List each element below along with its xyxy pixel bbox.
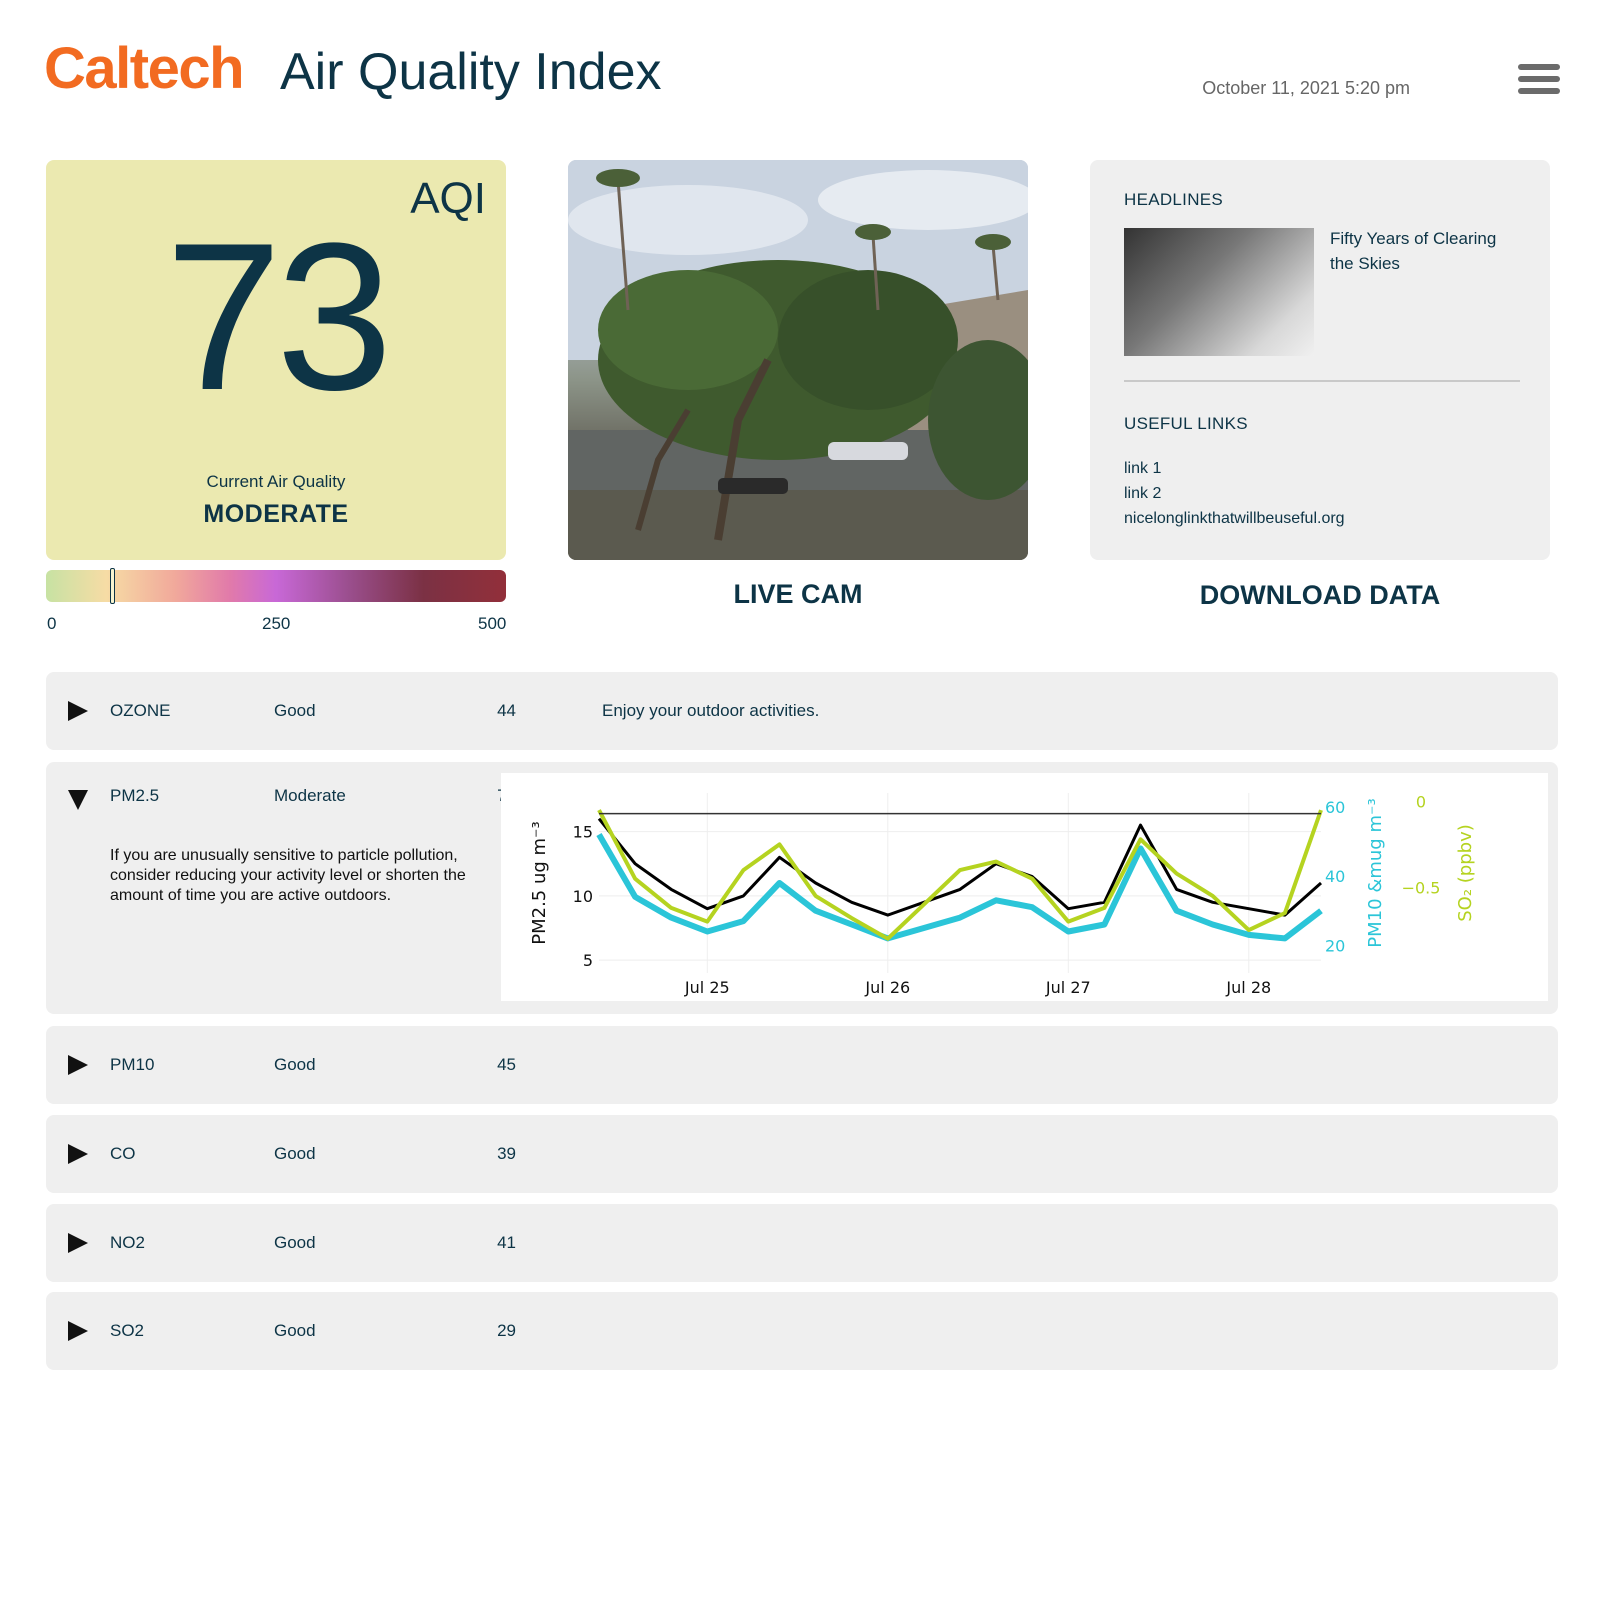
- expand-triangle-icon[interactable]: [68, 701, 88, 721]
- pollutant-row-co[interactable]: CO Good 39: [46, 1115, 1558, 1193]
- pollutant-name: PM2.5: [110, 786, 160, 805]
- aqi-subtitle: Current Air Quality: [206, 472, 346, 491]
- y2-tick-label: 20: [1325, 936, 1345, 955]
- aqi-card: AQI 73 Current Air Quality MODERATE: [46, 160, 506, 560]
- y-tick-label: 5: [583, 951, 593, 970]
- scale-tick-mid: 250: [262, 614, 291, 633]
- collapse-triangle-icon[interactable]: [68, 790, 88, 810]
- pollutant-row-pm10[interactable]: PM10 Good 45: [46, 1026, 1558, 1104]
- expand-triangle-icon[interactable]: [68, 1321, 88, 1341]
- pollutant-status: Good: [274, 1321, 316, 1340]
- pollutant-status: Moderate: [274, 786, 346, 805]
- caltech-logo[interactable]: Caltech: [44, 40, 245, 98]
- y3-tick-label: 0: [1416, 793, 1426, 812]
- y-axis-label: PM2.5 ug m⁻³: [529, 821, 550, 945]
- timestamp: October 11, 2021 5:20 pm: [1202, 78, 1410, 98]
- menu-bar: [1518, 76, 1560, 82]
- useful-links-list: link 1 link 2 nicelonglinkthatwillbeusef…: [1124, 456, 1345, 531]
- pollutant-advice: If you are unusually sensitive to partic…: [110, 847, 466, 904]
- useful-link-1[interactable]: link 1: [1124, 456, 1345, 481]
- x-tick-label: Jul 27: [1045, 978, 1091, 997]
- aqi-scale-bar: [46, 568, 506, 604]
- headlines-heading: HEADLINES: [1124, 190, 1224, 209]
- pollutant-row-so2[interactable]: SO2 Good 29: [46, 1292, 1558, 1370]
- pollutant-value: 29: [497, 1321, 516, 1340]
- pollutant-name: NO2: [110, 1233, 145, 1252]
- pollutant-name: CO: [110, 1144, 136, 1163]
- menu-bar: [1518, 88, 1560, 94]
- pollutant-status: Good: [274, 1055, 316, 1074]
- y-tick-label: 15: [573, 823, 593, 842]
- live-cam-link[interactable]: LIVE CAM: [568, 579, 1028, 610]
- menu-bar: [1518, 64, 1560, 70]
- pollutant-status: Good: [274, 701, 316, 720]
- useful-links-heading: USEFUL LINKS: [1124, 414, 1248, 433]
- pollutant-status: Good: [274, 1233, 316, 1252]
- chart-svg: 5 10 15 Jul 25 Jul 26 Jul 27 Jul 28 20 40 60 −0.5 0…: [529, 793, 1476, 997]
- pollutant-name: PM10: [110, 1055, 155, 1074]
- pollutant-status: Good: [274, 1144, 316, 1163]
- pollutant-value: 39: [497, 1144, 516, 1163]
- x-tick-label: Jul 28: [1225, 978, 1271, 997]
- live-cam-image[interactable]: [568, 160, 1028, 560]
- aqi-scale-marker: [110, 568, 116, 604]
- cam-scene: [568, 160, 1028, 560]
- expand-triangle-icon[interactable]: [68, 1144, 88, 1164]
- download-data-button[interactable]: DOWNLOAD DATA: [1090, 580, 1550, 611]
- pollutant-value: 41: [497, 1233, 516, 1252]
- y2-axis-label: PM10 &mug m⁻³: [1365, 798, 1386, 947]
- useful-link-3[interactable]: nicelonglinkthatwillbeuseful.org: [1124, 506, 1345, 531]
- expand-triangle-icon[interactable]: [68, 1055, 88, 1075]
- aqi-category: MODERATE: [203, 500, 349, 528]
- page-title: Air Quality Index: [280, 43, 662, 101]
- y3-axis-label: SO₂ (ppbv): [1455, 824, 1476, 922]
- pollutant-name: SO2: [110, 1321, 145, 1340]
- pollutant-row-ozone[interactable]: OZONE Good 44 Enjoy your outdoor activit…: [46, 672, 1558, 750]
- x-tick-label: Jul 25: [684, 978, 730, 997]
- pollutant-row-pm25[interactable]: PM2.5 Moderate 79 If you are unusually s…: [46, 762, 1558, 1014]
- pollutant-name: OZONE: [110, 701, 171, 720]
- aqi-value: 73: [165, 199, 393, 434]
- pollutant-value: 44: [497, 701, 516, 720]
- headlines-card: HEADLINES Fifty Years of Clearing the Sk…: [1090, 160, 1550, 560]
- divider: [1124, 380, 1520, 382]
- pollutant-value: 45: [497, 1055, 516, 1074]
- pollutant-row-no2[interactable]: NO2 Good 41: [46, 1204, 1558, 1282]
- headline-thumbnail[interactable]: [1124, 228, 1314, 356]
- y-tick-label: 10: [573, 887, 593, 906]
- y2-tick-label: 60: [1325, 798, 1345, 817]
- pollutant-message: Enjoy your outdoor activities.: [602, 701, 820, 720]
- expand-triangle-icon[interactable]: [68, 1233, 88, 1253]
- hamburger-menu-icon[interactable]: [1518, 64, 1560, 98]
- pm25-timeseries-chart: 5 10 15 Jul 25 Jul 26 Jul 27 Jul 28 20 40 60 −0.5 0…: [501, 773, 1548, 1001]
- x-tick-label: Jul 26: [864, 978, 910, 997]
- scale-tick-min: 0: [47, 614, 57, 633]
- scale-tick-max: 500: [478, 614, 507, 633]
- y3-tick-label: −0.5: [1402, 878, 1441, 897]
- headline-link[interactable]: Fifty Years of Clearing the Skies: [1330, 226, 1520, 276]
- y2-tick-label: 40: [1325, 867, 1345, 886]
- useful-link-2[interactable]: link 2: [1124, 481, 1345, 506]
